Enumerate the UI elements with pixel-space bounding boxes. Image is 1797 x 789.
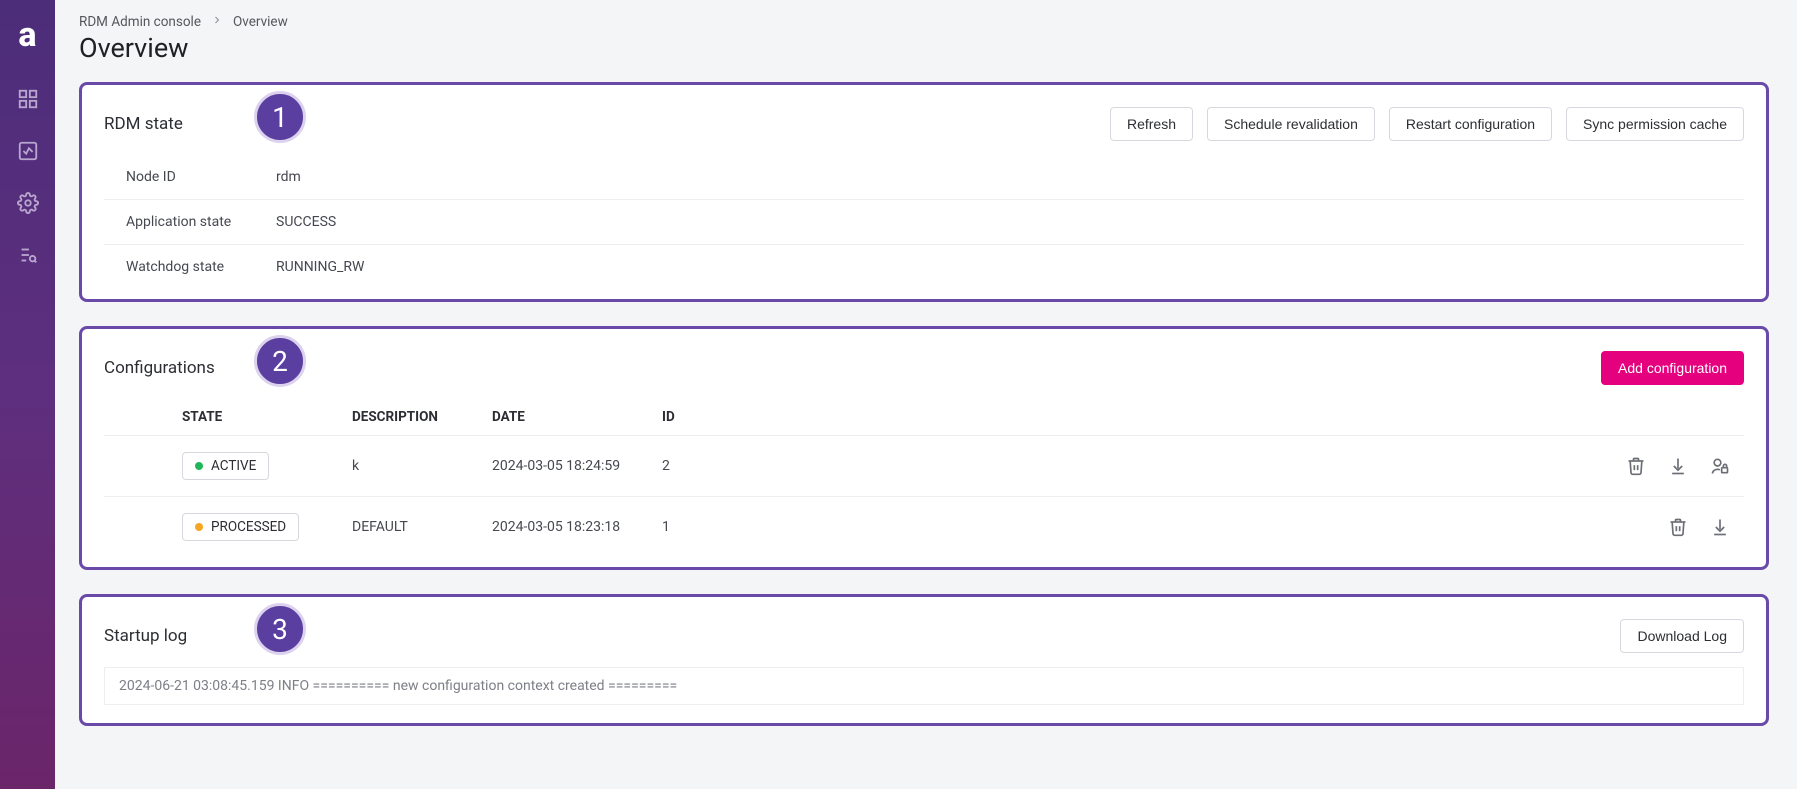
- schedule-revalidation-button[interactable]: Schedule revalidation: [1207, 107, 1375, 141]
- trash-icon[interactable]: [1668, 517, 1688, 537]
- col-state: STATE: [174, 399, 344, 436]
- app-logo: a: [18, 18, 36, 52]
- activity-icon[interactable]: [17, 140, 39, 162]
- cell-description: k: [344, 436, 484, 497]
- kv-value: RUNNING_RW: [276, 259, 364, 275]
- cell-id: 1: [654, 497, 1604, 558]
- configurations-table: STATE DESCRIPTION DATE ID ACTIVE k2024-03…: [104, 399, 1744, 557]
- col-date: DATE: [484, 399, 654, 436]
- row-actions: [1612, 456, 1736, 476]
- kv-label: Node ID: [126, 169, 276, 185]
- kv-application-state: Application state SUCCESS: [104, 200, 1744, 245]
- callout-3: 3: [254, 603, 306, 655]
- main-content: RDM Admin console Overview Overview 1 RD…: [55, 0, 1797, 789]
- rdm-state-card: 1 RDM state Refresh Schedule revalidatio…: [79, 82, 1769, 302]
- sync-permission-cache-button[interactable]: Sync permission cache: [1566, 107, 1744, 141]
- startup-log-card: 3 Startup log Download Log 2024-06-21 03…: [79, 594, 1769, 726]
- add-configuration-button[interactable]: Add configuration: [1601, 351, 1744, 385]
- breadcrumb: RDM Admin console Overview: [79, 14, 1769, 30]
- kv-label: Application state: [126, 214, 276, 230]
- table-row: ACTIVE k2024-03-05 18:24:592: [104, 436, 1744, 497]
- kv-node-id: Node ID rdm: [104, 155, 1744, 200]
- download-icon[interactable]: [1668, 456, 1688, 476]
- kv-label: Watchdog state: [126, 259, 276, 275]
- cell-date: 2024-03-05 18:23:18: [484, 497, 654, 558]
- kv-watchdog-state: Watchdog state RUNNING_RW: [104, 245, 1744, 289]
- state-badge: ACTIVE: [182, 452, 269, 480]
- cell-id: 2: [654, 436, 1604, 497]
- download-log-button[interactable]: Download Log: [1620, 619, 1744, 653]
- table-row: PROCESSED DEFAULT2024-03-05 18:23:181: [104, 497, 1744, 558]
- col-description: DESCRIPTION: [344, 399, 484, 436]
- log-output: 2024-06-21 03:08:45.159 INFO ========== …: [104, 667, 1744, 705]
- restart-configuration-button[interactable]: Restart configuration: [1389, 107, 1552, 141]
- startup-log-title: Startup log: [104, 626, 187, 646]
- chevron-right-icon: [211, 14, 223, 30]
- kv-value: SUCCESS: [276, 214, 336, 230]
- sidebar: a: [0, 0, 55, 789]
- breadcrumb-current: Overview: [233, 14, 288, 30]
- callout-1: 1: [254, 91, 306, 143]
- state-badge: PROCESSED: [182, 513, 299, 541]
- configurations-title: Configurations: [104, 358, 215, 378]
- state-text: PROCESSED: [211, 519, 286, 535]
- dashboard-icon[interactable]: [17, 88, 39, 110]
- search-list-icon[interactable]: [17, 244, 39, 266]
- row-actions: [1612, 517, 1736, 537]
- trash-icon[interactable]: [1626, 456, 1646, 476]
- col-id: ID: [654, 399, 1604, 436]
- download-icon[interactable]: [1710, 517, 1730, 537]
- cell-description: DEFAULT: [344, 497, 484, 558]
- status-dot-icon: [195, 462, 203, 470]
- rdm-state-title: RDM state: [104, 114, 183, 134]
- cell-date: 2024-03-05 18:24:59: [484, 436, 654, 497]
- breadcrumb-root[interactable]: RDM Admin console: [79, 14, 201, 30]
- page-title: Overview: [79, 32, 1769, 64]
- user-lock-icon[interactable]: [1710, 456, 1730, 476]
- gear-icon[interactable]: [17, 192, 39, 214]
- status-dot-icon: [195, 523, 203, 531]
- state-text: ACTIVE: [211, 458, 256, 474]
- callout-2: 2: [254, 335, 306, 387]
- kv-value: rdm: [276, 169, 301, 185]
- refresh-button[interactable]: Refresh: [1110, 107, 1193, 141]
- log-line: 2024-06-21 03:08:45.159 INFO ========== …: [119, 678, 677, 694]
- configurations-card: 2 Configurations Add configuration STATE…: [79, 326, 1769, 570]
